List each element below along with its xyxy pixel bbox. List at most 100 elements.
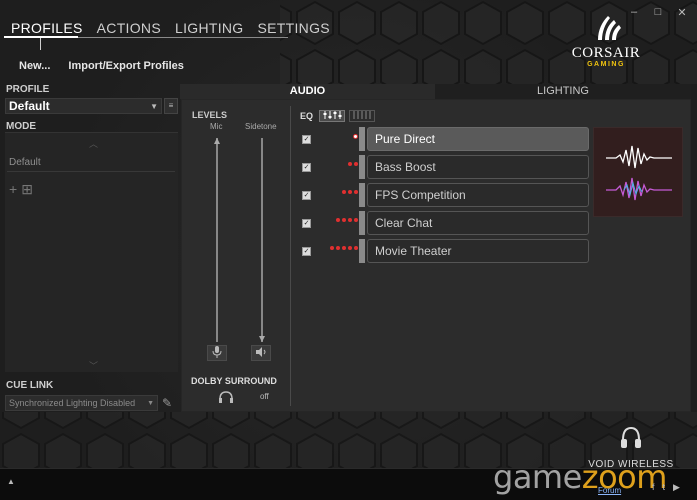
eq-header: EQ [300, 110, 376, 122]
preset-drag-handle[interactable] [359, 239, 365, 263]
mic-slider-thumb[interactable] [214, 138, 220, 144]
preset-dot [342, 190, 346, 194]
eq-label: EQ [300, 111, 314, 121]
mode-divider [7, 171, 175, 172]
tab-profiles[interactable]: PROFILES [6, 18, 88, 42]
preset-dot [348, 162, 352, 166]
dolby-state: off [260, 392, 269, 401]
eq-preset-row[interactable]: ✓ Pure Direct [302, 127, 590, 151]
preset-drag-handle[interactable] [359, 155, 365, 179]
preset-name[interactable]: Pure Direct [367, 127, 589, 151]
preset-dot [342, 218, 346, 222]
preset-dot [330, 246, 334, 250]
expand-up-icon[interactable]: ▲ [7, 477, 15, 486]
logo-brand: CORSAIR [571, 45, 641, 61]
preset-checkbox[interactable]: ✓ [302, 163, 311, 172]
headset-icon [621, 426, 641, 448]
preset-dots [348, 162, 358, 166]
forum-link[interactable]: Forum [598, 486, 621, 495]
tab-audio[interactable]: AUDIO [180, 84, 435, 99]
add-mode-icon[interactable]: + [9, 181, 17, 198]
sound-wave-icon [606, 145, 672, 201]
eq-preset-row[interactable]: ✓ FPS Competition [302, 183, 590, 207]
microphone-icon [212, 346, 222, 358]
gamezoom-watermark: gamezoom [493, 458, 667, 496]
import-export-button[interactable]: Import/Export Profiles [68, 60, 184, 72]
preset-dot [354, 218, 358, 222]
tab-actions[interactable]: ACTIONS [92, 18, 166, 42]
profile-menu-button[interactable]: ≡ [164, 98, 178, 114]
nav-tick [40, 38, 41, 50]
preset-checkbox[interactable]: ✓ [302, 247, 311, 256]
profile-select[interactable]: Default ▼ [5, 98, 162, 114]
scroll-up-icon[interactable]: ︿ [89, 137, 98, 150]
tab-lighting[interactable]: LIGHTING [170, 18, 249, 42]
dolby-title: DOLBY SURROUND [191, 376, 277, 386]
preset-name[interactable]: Bass Boost [367, 155, 589, 179]
preset-dot [354, 190, 358, 194]
close-button[interactable]: ✕ [675, 6, 689, 19]
preset-checkbox[interactable]: ✓ [302, 135, 311, 144]
nav-active-indicator [4, 36, 78, 38]
cue-link-select[interactable]: Synchronized Lighting Disabled ▼ [5, 395, 158, 411]
logo-sub: GAMING [587, 61, 625, 68]
youtube-icon[interactable]: ▶ [673, 482, 680, 493]
eq-preset-row[interactable]: ✓ Movie Theater [302, 239, 590, 263]
eq-preview [593, 127, 683, 217]
watermark-part1: game [493, 458, 582, 496]
mode-item-default[interactable]: Default [9, 157, 41, 168]
preset-drag-handle[interactable] [359, 183, 365, 207]
preset-dot [348, 218, 352, 222]
mode-section-label: MODE [6, 121, 36, 132]
mic-label: Mic [210, 122, 223, 131]
preset-dot [354, 246, 358, 250]
mode-list: ︿ Default + ⊞ ﹀ [5, 132, 178, 372]
pencil-icon[interactable]: ✎ [162, 396, 172, 410]
scroll-down-icon[interactable]: ﹀ [89, 359, 98, 372]
cue-link-value: Synchronized Lighting Disabled [9, 398, 136, 408]
eq-custom-toggle[interactable] [349, 110, 376, 122]
cue-link-label: CUE LINK [6, 380, 54, 391]
preset-name[interactable]: Clear Chat [367, 211, 589, 235]
copy-mode-icon[interactable]: ⊞ [21, 181, 33, 198]
preset-drag-handle[interactable] [359, 127, 365, 151]
preset-checkbox[interactable]: ✓ [302, 219, 311, 228]
sidetone-slider-thumb[interactable] [259, 336, 265, 342]
tab-settings[interactable]: SETTINGS [253, 18, 335, 42]
social-links: f t ▶ [652, 482, 680, 493]
preset-dot [354, 162, 358, 166]
preset-dot [353, 134, 358, 139]
levels-column: LEVELS Mic Sidetone DOLBY SURROUND off [188, 108, 286, 408]
sidetone-mute-button[interactable] [251, 345, 271, 361]
sidetone-label: Sidetone [245, 122, 277, 131]
headphones-icon [219, 391, 233, 403]
eq-preset-row[interactable]: ✓ Clear Chat [302, 211, 590, 235]
sails-icon [598, 16, 621, 40]
preset-name[interactable]: Movie Theater [367, 239, 589, 263]
audio-panel: LEVELS Mic Sidetone DOLBY SURROUND off E… [181, 99, 691, 412]
mic-slider-track[interactable] [216, 138, 218, 342]
main-nav: PROFILES ACTIONS LIGHTING SETTINGS [6, 18, 339, 42]
mic-mute-button[interactable] [207, 345, 227, 361]
profile-section-label: PROFILE [6, 84, 50, 95]
maximize-button[interactable]: □ [651, 6, 665, 19]
preset-checkbox[interactable]: ✓ [302, 191, 311, 200]
facebook-icon[interactable]: f [652, 482, 655, 493]
dolby-toggle[interactable] [218, 390, 234, 407]
preset-dot [336, 246, 340, 250]
preset-dot [336, 218, 340, 222]
equalizer-custom-icon [353, 111, 371, 119]
new-profile-button[interactable]: New... [19, 60, 50, 72]
tab-device-lighting[interactable]: LIGHTING [435, 84, 691, 99]
preset-dots [342, 190, 358, 194]
mode-tools: + ⊞ [9, 181, 33, 198]
preset-drag-handle[interactable] [359, 211, 365, 235]
eq-presets-toggle[interactable] [319, 110, 346, 122]
preset-name[interactable]: FPS Competition [367, 183, 589, 207]
corsair-logo: CORSAIR GAMING [568, 14, 644, 68]
eq-preset-row[interactable]: ✓ Bass Boost [302, 155, 590, 179]
sidetone-slider-track[interactable] [261, 138, 263, 342]
twitter-icon[interactable]: t [663, 482, 666, 493]
left-panel: PROFILE Default ▼ ≡ MODE ︿ Default + ⊞ ﹀ [4, 84, 178, 414]
preset-dots [353, 134, 358, 139]
